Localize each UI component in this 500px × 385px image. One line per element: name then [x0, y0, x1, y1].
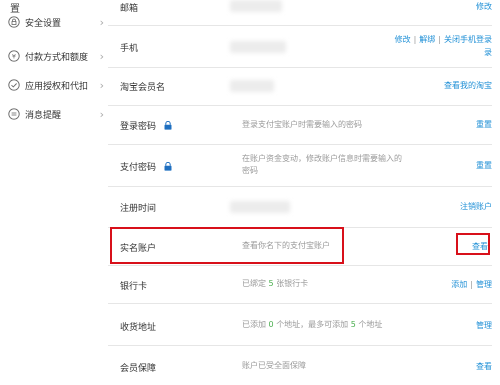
view-my-taobao-link[interactable]: 查看我的淘宝: [444, 81, 492, 90]
phone-value-masked: [230, 41, 286, 53]
svg-text:¥: ¥: [12, 52, 16, 60]
unbind-phone-link[interactable]: 解绑: [419, 35, 435, 44]
row-label: 手机: [120, 44, 139, 54]
row-label-text: 登录密码: [120, 122, 157, 132]
register-time-value-masked: [230, 201, 290, 213]
sidebar-item-label: 付款方式和额度: [25, 52, 89, 63]
bank-card-count: 5: [268, 279, 274, 288]
row-description: 在账户资金变动，修改账户信息时需要输入的 密码: [242, 153, 412, 177]
row-description: 已添加 0 个地址，最多可添加 5 个地址: [242, 319, 412, 331]
desc-text: 张银行卡: [276, 279, 309, 288]
desc-text: 已添加: [242, 320, 266, 329]
lock-icon: [8, 16, 20, 28]
address-actions: 管理: [476, 320, 492, 331]
close-account-link[interactable]: 注销账户: [460, 202, 492, 211]
email-actions: 修改: [476, 1, 492, 12]
address-count: 0: [268, 320, 274, 329]
reset-login-password-link[interactable]: 重置: [476, 120, 492, 129]
lock-icon: [164, 121, 172, 130]
row-label-text: 支付密码: [120, 163, 157, 173]
security-settings-list: 邮箱 修改 手机 修改 | 解绑 | 关闭手机登录 录 淘宝会员名 查看我的淘宝 登录密…: [108, 0, 500, 375]
phone-actions: 修改 | 解绑 | 关闭手机登录 录: [394, 35, 492, 57]
modify-email-link[interactable]: 修改: [476, 2, 492, 11]
chevron-right-icon: ›: [99, 15, 104, 29]
add-bank-card-link[interactable]: 添加: [451, 280, 467, 289]
row-description: 账户已受全面保障: [242, 361, 306, 370]
desc-line: 密码: [242, 166, 258, 175]
row-phone: 手机 修改 | 解绑 | 关闭手机登录 录: [108, 25, 492, 68]
row-member-protection: 会员保障 账户已受全面保障 查看: [108, 345, 492, 385]
sidebar-item-label: 应用授权和代扣: [25, 81, 89, 92]
member-actions: 查看: [476, 361, 492, 372]
disable-phone-login-link[interactable]: 关闭手机登录: [444, 35, 492, 44]
row-label: 会员保障: [120, 364, 157, 374]
sidebar: 置 安全设置 › ¥ 付款方式和额度 › 应用授权和代扣 › 消息提醒 ›: [0, 0, 108, 375]
row-label: 注册时间: [120, 204, 157, 214]
desc-text: 已绑定: [242, 279, 266, 288]
disable-phone-login-link-cont[interactable]: 录: [484, 48, 492, 57]
taobao-value-masked: [230, 80, 274, 92]
desc-text: 个地址，最多可添加: [276, 320, 349, 329]
lock-icon: [164, 162, 172, 171]
row-address: 收货地址 已添加 0 个地址，最多可添加 5 个地址 管理: [108, 303, 492, 346]
row-register-time: 注册时间 注销账户: [108, 186, 492, 228]
row-label: 淘宝会员名: [120, 83, 166, 93]
login-password-actions: 重置: [476, 119, 492, 130]
row-label: 邮箱: [120, 4, 139, 14]
taobao-actions: 查看我的淘宝: [444, 80, 492, 91]
reset-pay-password-link[interactable]: 重置: [476, 161, 492, 170]
row-label: 收货地址: [120, 323, 157, 333]
highlight-view-button: [456, 233, 490, 255]
manage-bank-card-link[interactable]: 管理: [476, 280, 492, 289]
highlight-realname-row: [110, 227, 344, 264]
check-circle-icon: [8, 79, 20, 91]
row-login-password: 登录密码 登录支付宝账户时需要输入的密码 重置: [108, 105, 492, 145]
view-member-protection-link[interactable]: 查看: [476, 362, 492, 371]
sidebar-item-label: 消息提醒: [25, 110, 62, 121]
bank-card-actions: 添加 | 管理: [451, 280, 492, 289]
chevron-right-icon: ›: [99, 78, 104, 92]
address-max: 5: [350, 320, 356, 329]
row-bank-card: 银行卡 已绑定 5 张银行卡 添加 | 管理: [108, 265, 492, 304]
desc-text: 个地址: [358, 320, 383, 329]
sidebar-item-label: 安全设置: [25, 18, 62, 29]
sidebar-item-payment[interactable]: ¥ 付款方式和额度 ›: [8, 46, 104, 66]
desc-line: 在账户资金变动，修改账户信息时需要输入的: [242, 154, 402, 163]
row-label: 支付密码: [120, 160, 172, 173]
payment-icon: ¥: [8, 50, 20, 62]
row-description: 已绑定 5 张银行卡: [242, 278, 412, 290]
chevron-right-icon: ›: [99, 49, 104, 63]
sidebar-item-notifications[interactable]: 消息提醒 ›: [8, 104, 104, 124]
modify-phone-link[interactable]: 修改: [395, 35, 411, 44]
sidebar-item-security[interactable]: 安全设置 ›: [8, 12, 104, 32]
sidebar-item-authorization[interactable]: 应用授权和代扣 ›: [8, 75, 104, 95]
row-label: 登录密码: [120, 119, 172, 132]
chevron-right-icon: ›: [99, 107, 104, 121]
row-taobao: 淘宝会员名 查看我的淘宝: [108, 67, 492, 106]
email-value-masked: [230, 0, 282, 12]
row-email: 邮箱 修改: [108, 0, 492, 26]
row-label: 银行卡: [120, 282, 148, 292]
pay-password-actions: 重置: [476, 160, 492, 171]
manage-address-link[interactable]: 管理: [476, 321, 492, 330]
message-icon: [8, 108, 20, 120]
register-time-actions: 注销账户: [460, 201, 492, 212]
row-description: 登录支付宝账户时需要输入的密码: [242, 120, 362, 129]
row-pay-password: 支付密码 在账户资金变动，修改账户信息时需要输入的 密码 重置: [108, 144, 492, 187]
